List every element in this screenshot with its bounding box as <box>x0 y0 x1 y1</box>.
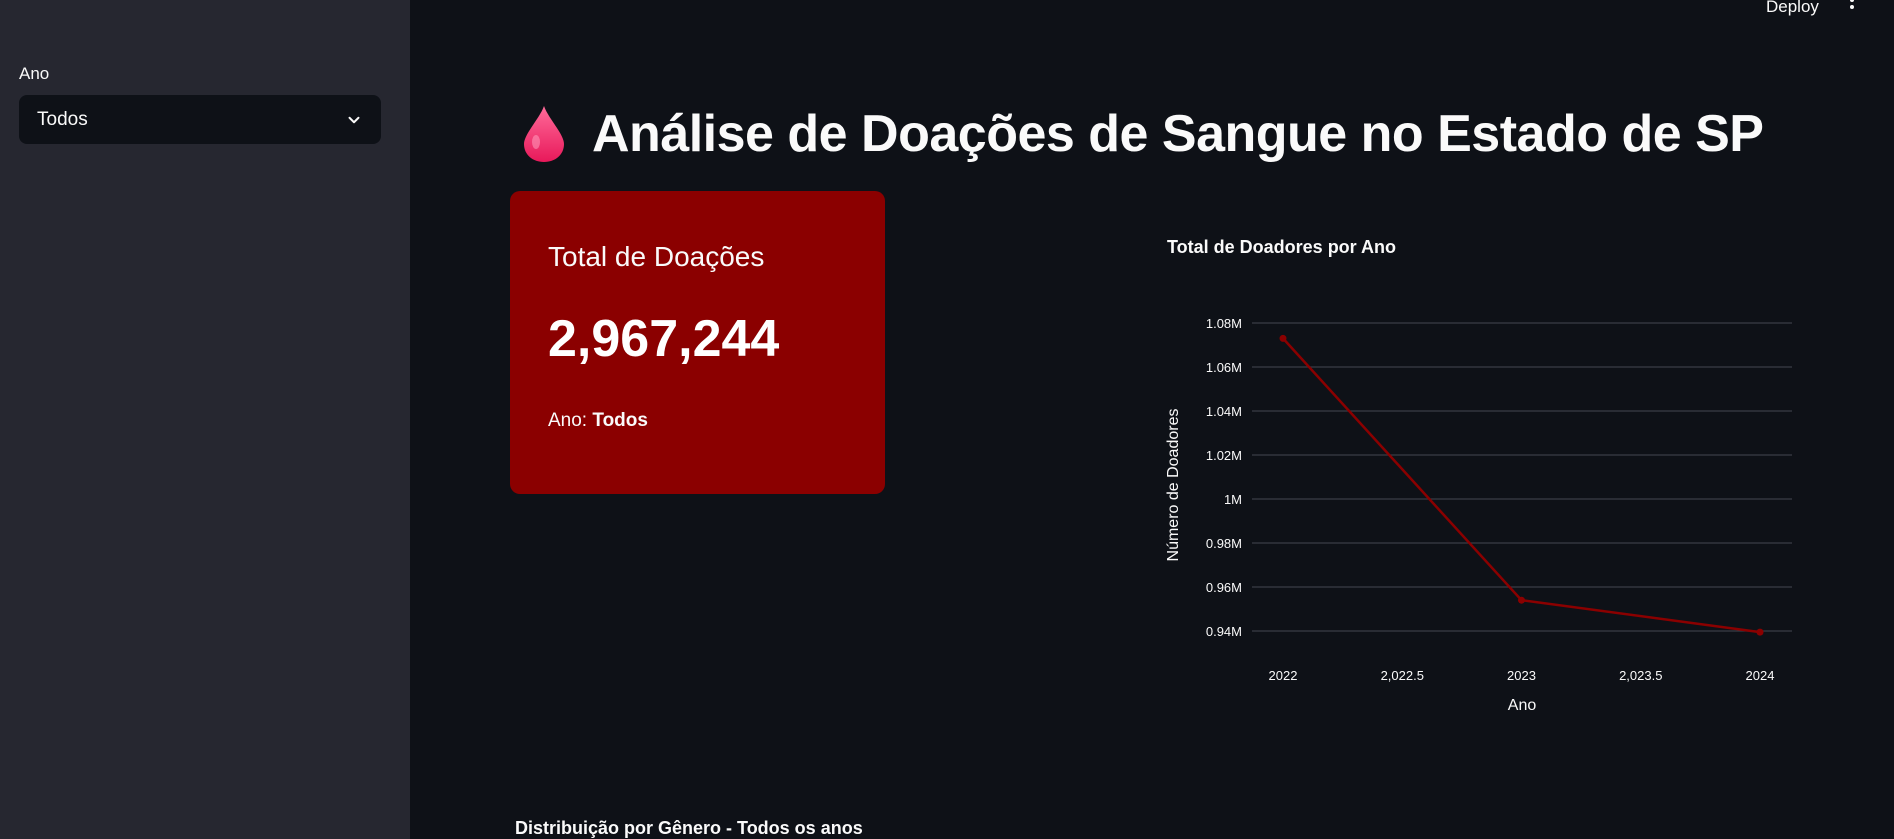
card-subtitle: Ano: Todos <box>548 410 648 432</box>
x-tick-label: 2022 <box>1269 668 1298 683</box>
y-tick-label: 1.02M <box>1206 448 1242 463</box>
y-tick-label: 0.94M <box>1206 624 1242 639</box>
year-select-value: Todos <box>37 108 88 130</box>
card-sub-label: Ano: <box>548 410 588 431</box>
y-tick-label: 1M <box>1224 492 1242 507</box>
x-tick-label: 2,023.5 <box>1619 668 1662 683</box>
data-point[interactable] <box>1518 596 1525 604</box>
card-title: Total de Doações <box>548 241 765 272</box>
year-select[interactable]: Todos <box>19 95 381 144</box>
series-line <box>1282 337 1761 634</box>
deploy-button[interactable]: Deploy <box>1766 0 1819 17</box>
blood-drop-icon <box>524 106 564 162</box>
card-value: 2,967,244 <box>548 310 780 368</box>
card-sub-value: Todos <box>592 410 648 431</box>
x-tick-label: 2,022.5 <box>1381 668 1424 683</box>
page-title: Análise de Doações de Sangue no Estado d… <box>592 105 1764 163</box>
page-header: Análise de Doações de Sangue no Estado d… <box>520 104 1764 164</box>
y-tick-label: 1.06M <box>1206 360 1242 375</box>
y-axis-label: Número de Doadores <box>1165 409 1182 562</box>
vertical-dots-icon[interactable] <box>1842 0 1862 18</box>
data-point[interactable] <box>1279 334 1287 342</box>
y-tick-label: 0.98M <box>1206 536 1242 551</box>
x-tick-label: 2023 <box>1507 668 1536 683</box>
y-tick-label: 1.04M <box>1206 404 1242 419</box>
x-axis-label: Ano <box>1508 697 1537 714</box>
y-tick-label: 0.96M <box>1206 580 1242 595</box>
data-point[interactable] <box>1756 628 1764 636</box>
sidebar: Ano Todos <box>0 0 410 839</box>
total-donations-card: Total de Doações 2,967,244 Ano: Todos <box>510 191 885 494</box>
chevron-down-icon <box>348 116 360 123</box>
gender-distribution-title: Distribuição por Gênero - Todos os anos <box>515 818 863 838</box>
chart-title: Total de Doadores por Ano <box>1167 237 1397 257</box>
donors-line-chart[interactable]: 0.94M 0.96M 0.98M 1M 1.02M 1.04M 1.06M 1.08M 20… <box>1150 280 1810 730</box>
y-tick-label: 1.08M <box>1206 316 1242 331</box>
year-filter-label: Ano <box>19 64 50 83</box>
x-tick-label: 2024 <box>1746 668 1775 683</box>
